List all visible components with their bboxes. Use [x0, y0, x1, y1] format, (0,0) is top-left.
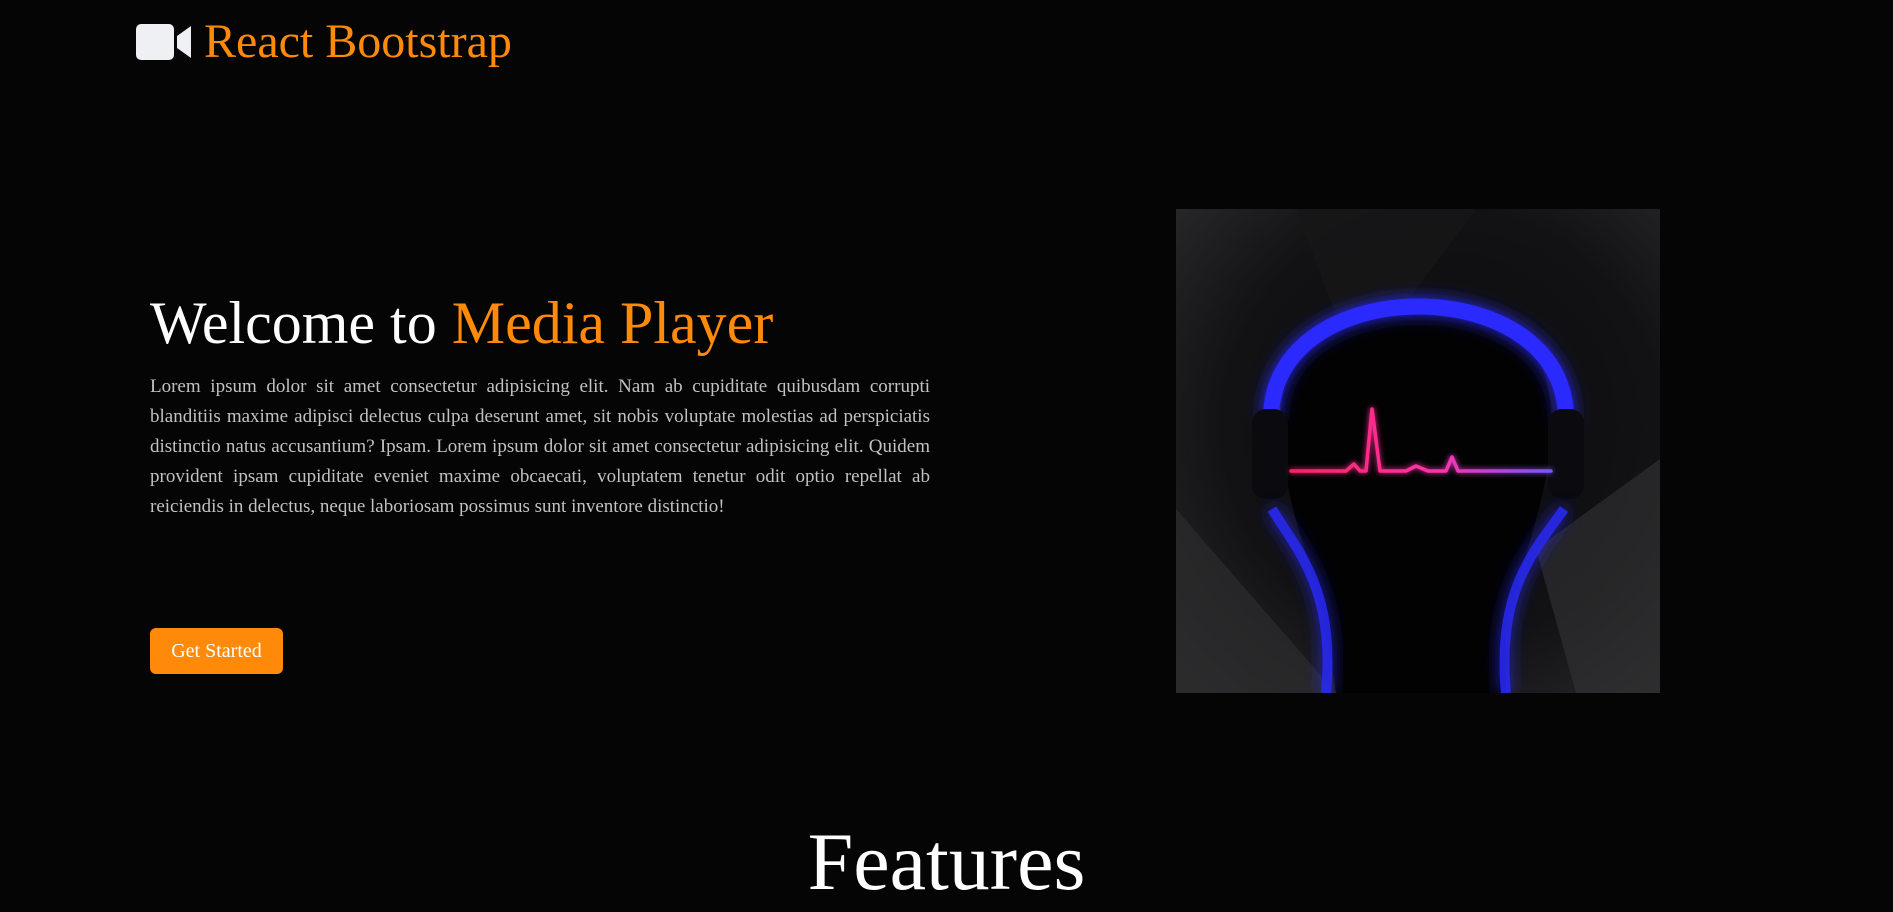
get-started-button[interactable]: Get Started: [150, 628, 283, 674]
hero-title-highlight: Media Player: [451, 290, 774, 356]
hero-description: Lorem ipsum dolor sit amet consectetur a…: [150, 376, 930, 517]
video-camera-icon: [136, 24, 191, 60]
brand-text: React Bootstrap: [204, 15, 512, 68]
navbar-brand[interactable]: React Bootstrap: [134, 14, 512, 70]
features-heading: Features: [807, 816, 1086, 907]
hero-content: Welcome to Media Player Lorem ipsum dolo…: [150, 288, 930, 522]
headphones-heartbeat-illustration: [1176, 209, 1660, 693]
hero-title-prefix: Welcome to: [150, 290, 452, 356]
hero-title: Welcome to Media Player: [150, 288, 930, 358]
